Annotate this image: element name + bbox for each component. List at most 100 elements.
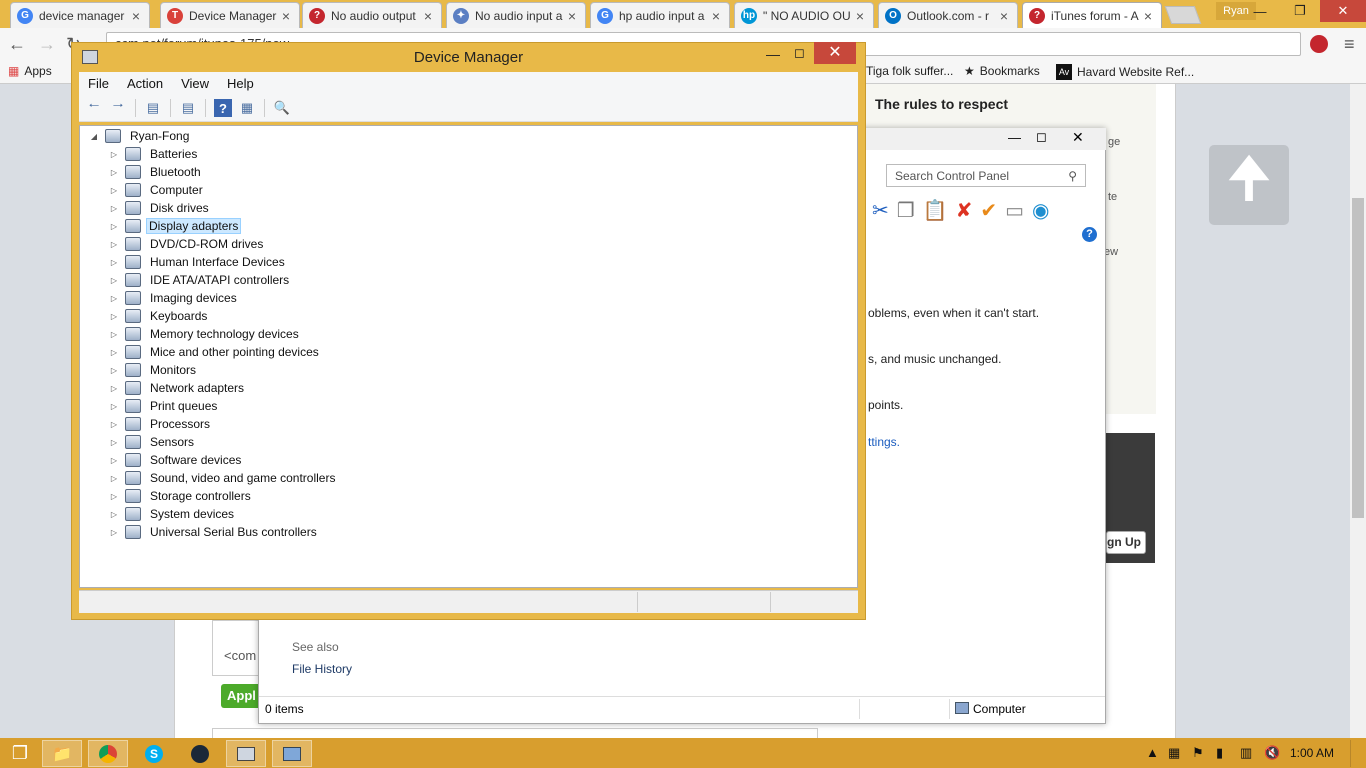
device-category[interactable]: ▷ Keyboards: [108, 307, 211, 325]
cp-settings-link[interactable]: ttings.: [868, 435, 900, 449]
device-category[interactable]: ▷ Human Interface Devices: [108, 253, 289, 271]
view-icon[interactable]: ▦: [238, 99, 256, 117]
menu-action[interactable]: Action: [118, 76, 172, 91]
device-category[interactable]: ▷ Sound, video and game controllers: [108, 469, 339, 487]
expand-arrow-icon[interactable]: ▷: [108, 420, 120, 429]
expand-arrow-icon[interactable]: ▷: [108, 240, 120, 249]
new-tab-button[interactable]: [1164, 6, 1202, 24]
search-input[interactable]: Search Control Panel: [895, 169, 1009, 183]
start-button[interactable]: ❐: [0, 740, 40, 767]
tab-close-icon[interactable]: ×: [565, 8, 579, 24]
help-icon[interactable]: ?: [1082, 227, 1097, 242]
close-button[interactable]: ✕: [1072, 129, 1084, 146]
device-category[interactable]: ▷ Disk drives: [108, 199, 213, 217]
expand-arrow-icon[interactable]: ▷: [108, 168, 120, 177]
tab-close-icon[interactable]: ×: [1141, 8, 1155, 24]
extension-icon[interactable]: [1310, 35, 1328, 53]
expand-arrow-icon[interactable]: ▷: [108, 294, 120, 303]
device-category[interactable]: ▷ Mice and other pointing devices: [108, 343, 323, 361]
signup-button[interactable]: gn Up: [1106, 531, 1146, 554]
expand-arrow-icon[interactable]: ▷: [108, 186, 120, 195]
device-category[interactable]: ▷ Computer: [108, 181, 207, 199]
device-category[interactable]: ▷ Bluetooth: [108, 163, 205, 181]
device-category[interactable]: ▷ Display adapters: [108, 217, 242, 235]
cut-icon[interactable]: ✂: [872, 198, 889, 223]
file-history-link[interactable]: File History: [292, 662, 352, 676]
copy-icon[interactable]: ❐: [897, 198, 915, 223]
bookmark-bookmarks[interactable]: ★ Bookmarks: [964, 64, 1040, 78]
globe-icon[interactable]: ◉: [1032, 198, 1049, 223]
expand-arrow-icon[interactable]: ▷: [108, 150, 120, 159]
flag-icon[interactable]: ⚑: [1192, 745, 1204, 761]
scroll-to-top-button[interactable]: 🠉: [1209, 145, 1289, 225]
expand-arrow-icon[interactable]: ▷: [108, 438, 120, 447]
browser-tab[interactable]: hp " NO AUDIO OU ×: [734, 2, 874, 28]
menu-icon[interactable]: ≡: [1344, 34, 1355, 55]
close-button[interactable]: ✕: [1320, 0, 1366, 22]
scrollbar-thumb[interactable]: [1352, 198, 1364, 518]
collapse-arrow-icon[interactable]: ◢: [88, 132, 100, 141]
minimize-button[interactable]: —: [766, 46, 780, 62]
expand-arrow-icon[interactable]: ▷: [108, 402, 120, 411]
device-category[interactable]: ▷ Imaging devices: [108, 289, 241, 307]
back-icon[interactable]: ←: [8, 34, 26, 55]
bookmark-apps[interactable]: ▦ Apps: [8, 64, 52, 78]
delete-icon[interactable]: ✘: [956, 198, 973, 223]
browser-tab[interactable]: T Device Manager ×: [160, 2, 300, 28]
taskbar-clock[interactable]: 1:00 AM: [1290, 746, 1334, 760]
forward-arrow-icon[interactable]: 🠂: [109, 98, 127, 117]
tab-close-icon[interactable]: ×: [997, 8, 1011, 24]
tab-close-icon[interactable]: ×: [279, 8, 293, 24]
device-category[interactable]: ▷ Software devices: [108, 451, 245, 469]
expand-arrow-icon[interactable]: ▷: [108, 474, 120, 483]
expand-arrow-icon[interactable]: ▷: [108, 258, 120, 267]
menu-help[interactable]: Help: [218, 76, 263, 91]
device-category[interactable]: ▷ Sensors: [108, 433, 198, 451]
expand-arrow-icon[interactable]: ▷: [108, 222, 120, 231]
device-category[interactable]: ▷ Monitors: [108, 361, 200, 379]
device-category[interactable]: ▷ Processors: [108, 415, 214, 433]
device-category[interactable]: ▷ Storage controllers: [108, 487, 255, 505]
restore-button[interactable]: ❐: [1280, 0, 1320, 22]
browser-tab[interactable]: ? No audio output ×: [302, 2, 442, 28]
battery-icon[interactable]: ▮: [1216, 745, 1223, 761]
taskbar-device-manager[interactable]: [226, 740, 266, 767]
browser-tab[interactable]: ✦ No audio input a ×: [446, 2, 586, 28]
tab-close-icon[interactable]: ×: [709, 8, 723, 24]
minimize-button[interactable]: —: [1240, 0, 1280, 22]
expand-arrow-icon[interactable]: ▷: [108, 204, 120, 213]
volume-muted-icon[interactable]: 🔇: [1264, 745, 1280, 761]
taskbar-skype[interactable]: S: [134, 740, 174, 767]
expand-arrow-icon[interactable]: ▷: [108, 330, 120, 339]
browser-tab[interactable]: ? iTunes forum - A ×: [1022, 2, 1162, 28]
tray-window-icon[interactable]: ▦: [1168, 745, 1180, 761]
maximize-button[interactable]: ◻: [794, 45, 805, 61]
taskbar-chrome[interactable]: [88, 740, 128, 767]
device-category[interactable]: ▷ Batteries: [108, 145, 201, 163]
device-category[interactable]: ▷ Network adapters: [108, 379, 248, 397]
expand-arrow-icon[interactable]: ▷: [108, 510, 120, 519]
properties-icon[interactable]: ▤: [179, 99, 197, 117]
browser-tab[interactable]: Ghp audio input a ×: [590, 2, 730, 28]
network-icon[interactable]: ▥: [1240, 745, 1252, 761]
back-arrow-icon[interactable]: 🠀: [85, 98, 103, 117]
tray-expand-icon[interactable]: ▲: [1146, 745, 1159, 760]
tab-close-icon[interactable]: ×: [421, 8, 435, 24]
browser-tab[interactable]: O Outlook.com - r ×: [878, 2, 1018, 28]
taskbar-file-explorer[interactable]: 📁: [42, 740, 82, 767]
device-category[interactable]: ▷ System devices: [108, 505, 238, 523]
bookmark-harvard[interactable]: Av Havard Website Ref...: [1056, 64, 1194, 80]
tab-close-icon[interactable]: ×: [129, 8, 143, 24]
show-desktop-button[interactable]: [1350, 740, 1366, 767]
device-category[interactable]: ▷ DVD/CD-ROM drives: [108, 235, 267, 253]
device-category[interactable]: ▷ Print queues: [108, 397, 221, 415]
taskbar-control-panel[interactable]: [272, 740, 312, 767]
expand-arrow-icon[interactable]: ▷: [108, 276, 120, 285]
expand-arrow-icon[interactable]: ▷: [108, 348, 120, 357]
maximize-button[interactable]: ◻: [1036, 129, 1047, 145]
rename-icon[interactable]: ▭: [1005, 198, 1024, 223]
check-icon[interactable]: ✔: [980, 198, 997, 223]
browser-tab[interactable]: Gdevice manager ×: [10, 2, 150, 28]
device-category[interactable]: ▷ IDE ATA/ATAPI controllers: [108, 271, 293, 289]
control-panel-search[interactable]: Search Control Panel ⚲: [886, 164, 1086, 187]
